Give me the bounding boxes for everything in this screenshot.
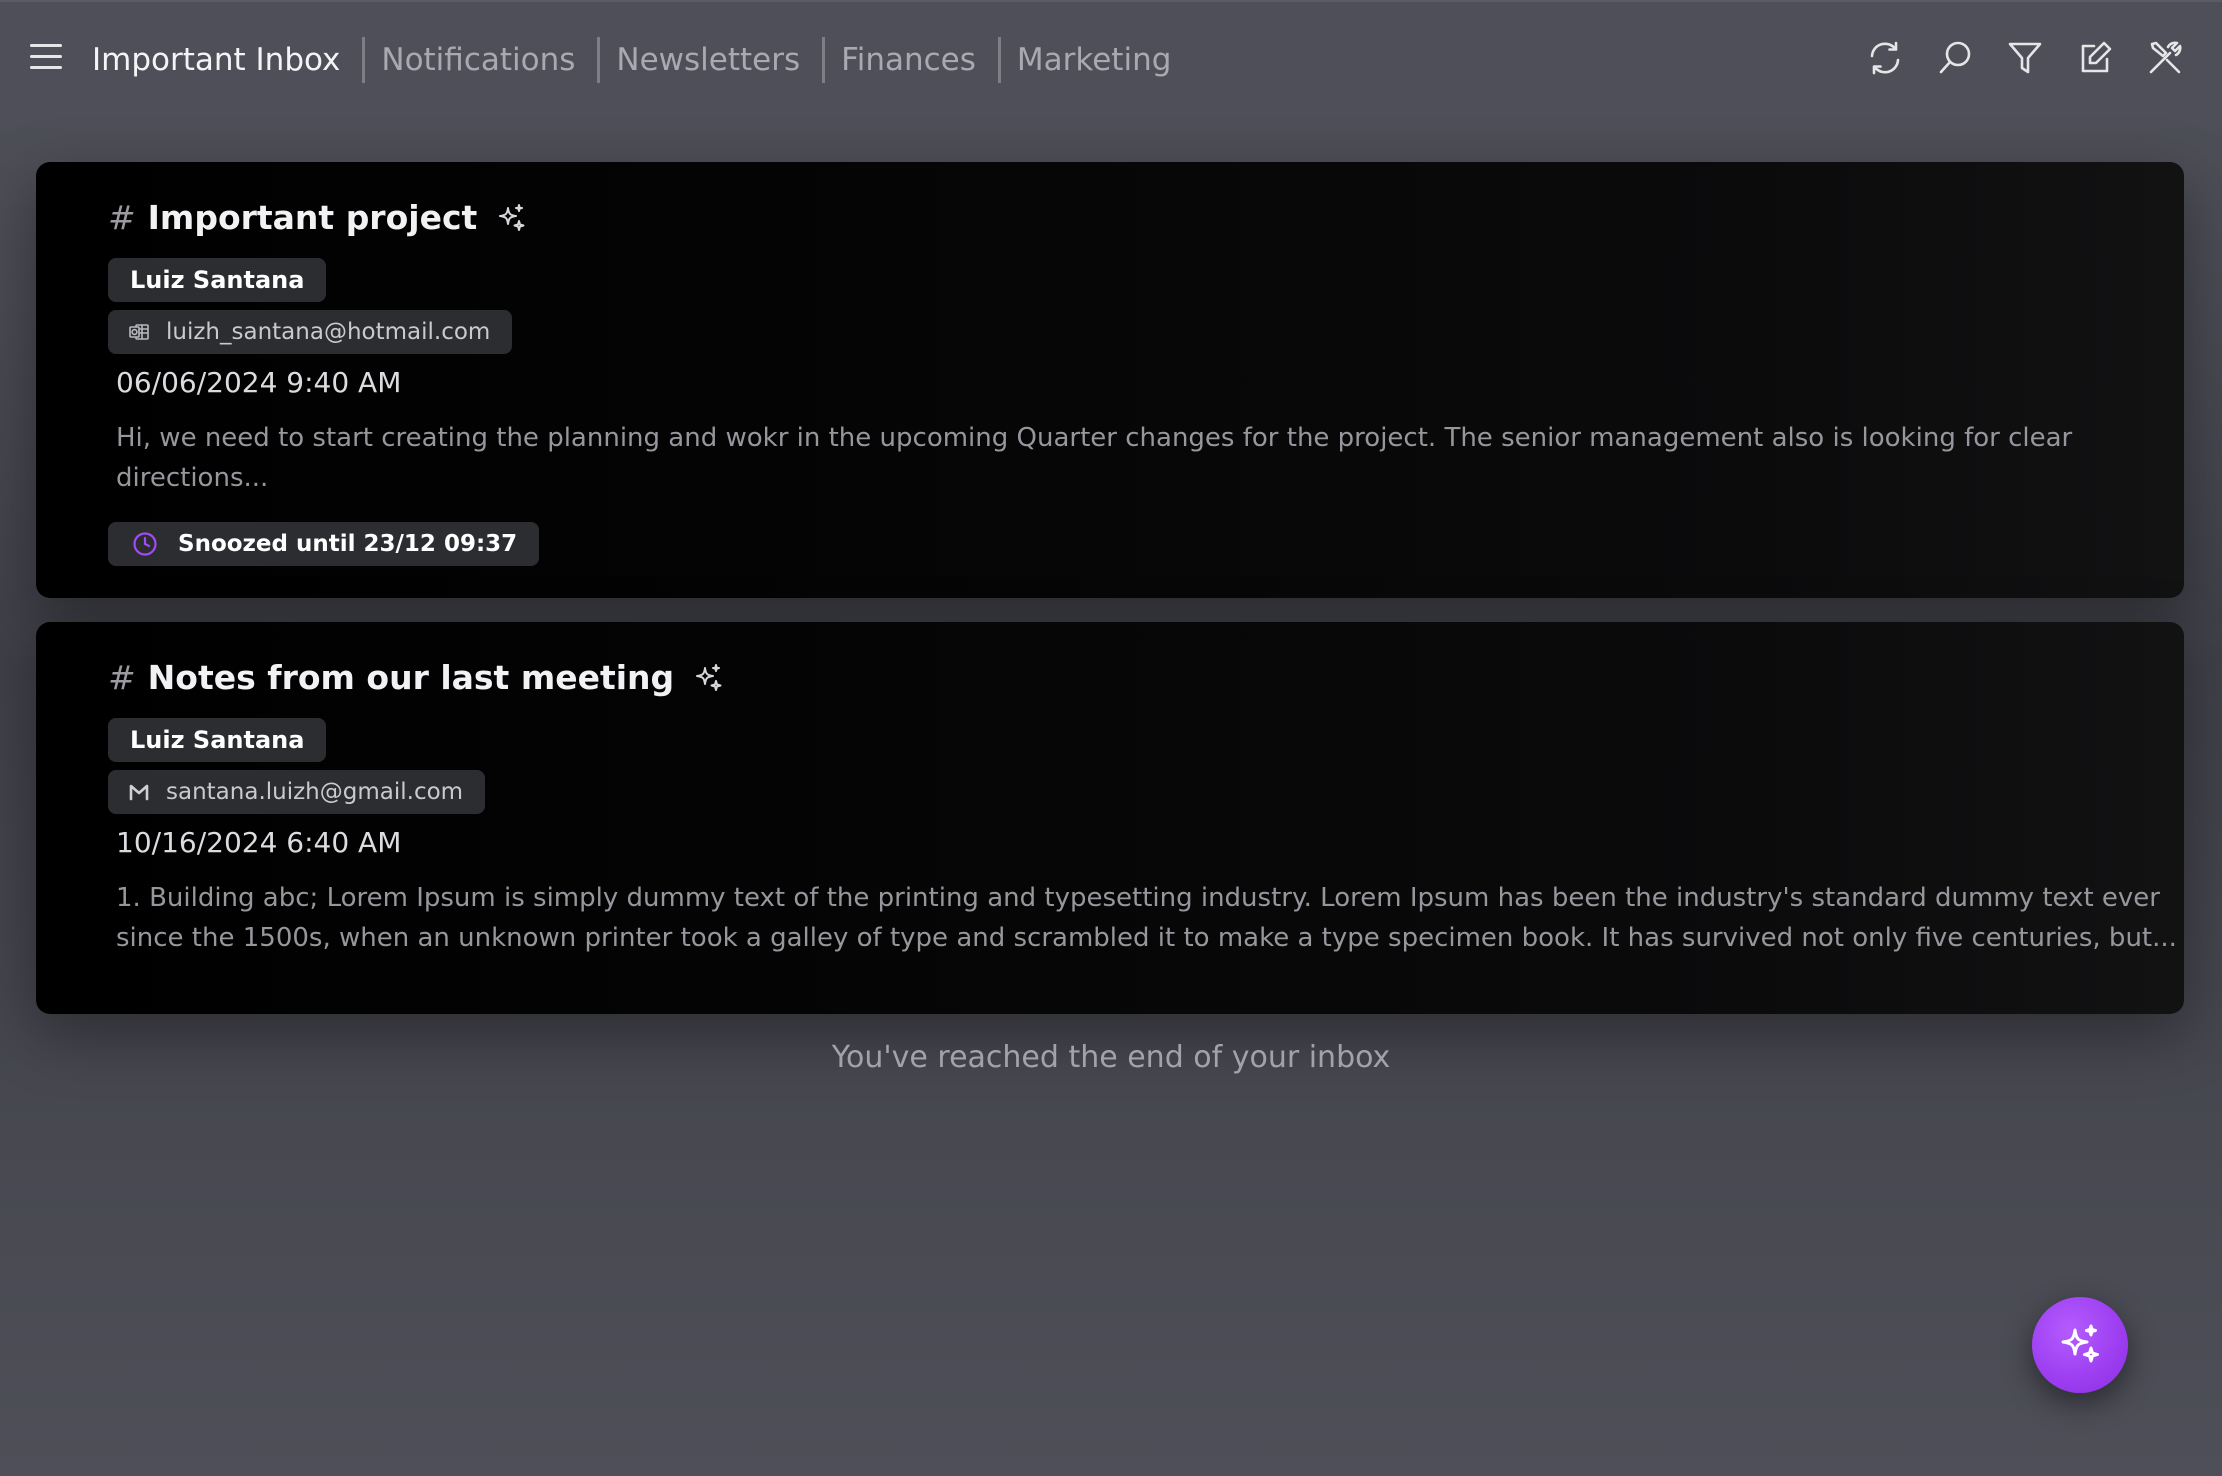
filter-icon[interactable] [2006,39,2044,77]
hash-icon: # [108,658,136,697]
toolbar [1866,39,2184,77]
hash-icon: # [108,198,136,237]
tab-notifications[interactable]: Notifications [381,38,575,82]
inbox-tabs: Important Inbox Notifications Newsletter… [92,37,1172,83]
account-email-text: santana.luizh@gmail.com [166,779,464,805]
compose-icon[interactable] [2076,39,2114,77]
sender-chip[interactable]: Luiz Santana [108,718,327,762]
tab-newsletters[interactable]: Newsletters [616,38,800,82]
gmail-icon [128,781,150,803]
outlook-icon [128,321,150,343]
email-subject-text: Important project [147,198,478,237]
email-snippet: Hi, we need to start creating the planni… [116,423,2073,493]
email-date: 10/16/2024 6:40 AM [116,826,402,859]
account-email-chip[interactable]: luizh_santana@hotmail.com [108,310,513,354]
tab-divider [822,37,826,83]
sender-chip[interactable]: Luiz Santana [108,258,327,302]
tab-finances[interactable]: Finances [841,38,976,82]
tab-divider [597,37,601,83]
tab-divider [997,37,1001,83]
snooze-badge[interactable]: Snoozed until 23/12 09:37 [108,522,540,566]
search-icon[interactable] [1936,39,1974,77]
clock-icon [132,531,158,557]
tools-icon[interactable] [2146,39,2184,77]
snooze-text: Snoozed until 23/12 09:37 [178,531,518,557]
tab-important-inbox[interactable]: Important Inbox [92,38,340,82]
hamburger-menu-icon[interactable] [30,44,64,72]
email-card[interactable]: # Important project Luiz Santana luizh_s… [36,162,2184,598]
ai-sparkle-icon[interactable] [495,202,527,234]
email-subject: # Important project [108,198,527,237]
email-subject: # Notes from our last meeting [108,658,724,697]
email-subject-text: Notes from our last meeting [147,658,675,697]
end-of-inbox-message: You've reached the end of your inbox [831,1040,1391,1075]
email-date: 06/06/2024 9:40 AM [116,366,402,399]
email-snippet: 1. Building abc; Lorem Ipsum is simply d… [116,883,2177,953]
ai-sparkle-icon[interactable] [692,662,724,694]
tab-divider [362,37,366,83]
tab-marketing[interactable]: Marketing [1017,38,1172,82]
refresh-icon[interactable] [1866,39,1904,77]
email-card[interactable]: # Notes from our last meeting Luiz Santa… [36,622,2184,1014]
top-bar: Important Inbox Notifications Newsletter… [0,0,2222,114]
sparkle-icon [2061,1324,2099,1363]
ai-assistant-button[interactable] [2032,1297,2128,1393]
account-email-text: luizh_santana@hotmail.com [166,319,491,345]
account-email-chip[interactable]: santana.luizh@gmail.com [108,770,486,814]
